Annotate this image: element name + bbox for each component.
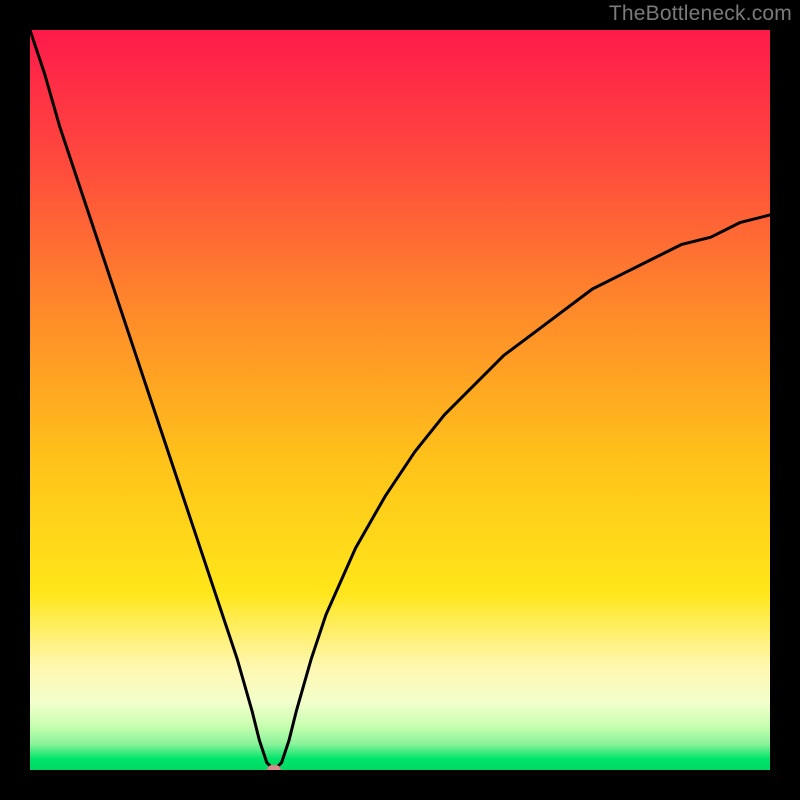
optimum-marker — [267, 765, 281, 770]
plot-area — [30, 30, 770, 770]
bottleneck-curve — [30, 30, 770, 770]
watermark-text: TheBottleneck.com — [609, 2, 792, 26]
chart-frame: TheBottleneck.com — [0, 0, 800, 800]
